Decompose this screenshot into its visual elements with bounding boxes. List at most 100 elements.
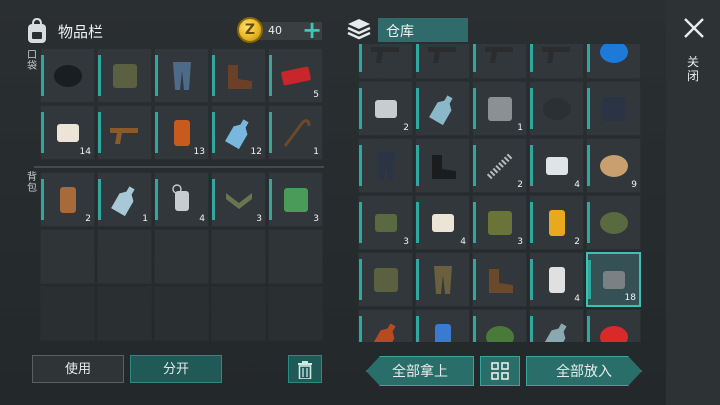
water-bottle-icon bbox=[224, 118, 249, 149]
inventory-slot[interactable] bbox=[211, 48, 266, 103]
inventory-slot[interactable] bbox=[472, 309, 527, 342]
inventory-slot[interactable] bbox=[358, 138, 413, 193]
inventory-slot[interactable] bbox=[40, 48, 95, 103]
item-quantity: 1 bbox=[517, 123, 523, 133]
inventory-title: 物品栏 bbox=[58, 23, 104, 41]
warehouse-scroll-area[interactable]: 2 1 2 4 9 3 4 3 2 4 18 bbox=[358, 44, 644, 342]
warehouse-grid: 2 1 2 4 9 3 4 3 2 4 18 bbox=[358, 44, 641, 342]
inventory-slot[interactable] bbox=[415, 138, 470, 193]
inventory-slot[interactable] bbox=[415, 81, 470, 136]
item-quantity: 4 bbox=[574, 180, 580, 190]
tactical-vest-icon bbox=[601, 96, 626, 121]
boots-icon bbox=[227, 64, 252, 89]
inventory-slot[interactable] bbox=[97, 105, 152, 160]
bottle-cap-icon bbox=[599, 325, 628, 342]
inventory-slot[interactable] bbox=[472, 252, 527, 307]
inventory-slot[interactable]: 12 bbox=[211, 105, 266, 160]
inventory-slot[interactable]: 13 bbox=[154, 105, 209, 160]
inventory-slot[interactable] bbox=[529, 309, 584, 342]
empty-slot[interactable] bbox=[211, 286, 266, 341]
inventory-slot[interactable]: 4 bbox=[529, 252, 584, 307]
jerrycan-icon bbox=[487, 210, 512, 235]
inventory-slot[interactable] bbox=[415, 252, 470, 307]
inventory-slot[interactable] bbox=[586, 81, 641, 136]
inventory-slot[interactable]: 4 bbox=[529, 138, 584, 193]
inventory-slot[interactable]: 5 bbox=[268, 48, 323, 103]
empty-slot[interactable] bbox=[154, 229, 209, 284]
slot-accent bbox=[473, 88, 476, 129]
inventory-slot[interactable]: 2 bbox=[358, 81, 413, 136]
slot-accent bbox=[269, 55, 272, 96]
inventory-slot[interactable] bbox=[358, 309, 413, 342]
medkit-bag-icon bbox=[374, 213, 397, 232]
machine-part-icon bbox=[374, 99, 397, 118]
empty-slot[interactable] bbox=[40, 229, 95, 284]
take-all-button[interactable]: 全部拿上 bbox=[366, 356, 474, 386]
inventory-slot[interactable]: 14 bbox=[40, 105, 95, 160]
inventory-slot[interactable]: 18 bbox=[586, 252, 641, 307]
inventory-slot[interactable]: 3 bbox=[211, 172, 266, 227]
use-button[interactable]: 使用 bbox=[32, 355, 124, 383]
inventory-slot[interactable]: 1 bbox=[472, 81, 527, 136]
inventory-slot[interactable]: 3 bbox=[358, 195, 413, 250]
pistol-icon bbox=[427, 46, 456, 63]
slot-accent bbox=[530, 316, 533, 342]
put-all-button[interactable]: 全部放入 bbox=[526, 356, 642, 386]
inventory-slot[interactable] bbox=[586, 195, 641, 250]
slot-accent bbox=[416, 316, 419, 342]
steel-ingot-icon bbox=[602, 270, 625, 289]
pants-icon bbox=[172, 61, 191, 90]
empty-slot[interactable] bbox=[97, 229, 152, 284]
empty-can-icon bbox=[59, 186, 76, 213]
item-quantity: 1 bbox=[313, 147, 319, 157]
inventory-slot[interactable]: 1 bbox=[97, 172, 152, 227]
inventory-slot[interactable]: 4 bbox=[415, 195, 470, 250]
inventory-slot[interactable]: 2 bbox=[40, 172, 95, 227]
delete-button[interactable] bbox=[288, 355, 322, 383]
add-coins-button[interactable]: + bbox=[302, 16, 322, 44]
sort-button[interactable] bbox=[480, 356, 520, 386]
close-icon[interactable] bbox=[682, 16, 706, 40]
item-quantity: 4 bbox=[460, 237, 466, 247]
inventory-slot[interactable] bbox=[415, 44, 470, 79]
inventory-slot[interactable] bbox=[472, 44, 527, 79]
slot-accent bbox=[155, 112, 158, 153]
item-quantity: 3 bbox=[256, 214, 262, 224]
inventory-slot[interactable]: 9 bbox=[586, 138, 641, 193]
empty-slot[interactable] bbox=[268, 229, 323, 284]
inventory-slot[interactable] bbox=[529, 44, 584, 79]
battery-icon bbox=[548, 209, 565, 236]
inventory-slot[interactable] bbox=[415, 309, 470, 342]
inventory-slot[interactable]: 3 bbox=[268, 172, 323, 227]
inventory-slot[interactable]: 1 bbox=[268, 105, 323, 160]
inventory-slot[interactable] bbox=[529, 81, 584, 136]
inventory-slot[interactable]: 2 bbox=[529, 195, 584, 250]
empty-slot[interactable] bbox=[97, 286, 152, 341]
inventory-slot[interactable] bbox=[358, 252, 413, 307]
inventory-slot[interactable] bbox=[586, 44, 641, 79]
close-label[interactable]: 关闭 bbox=[686, 55, 700, 83]
item-quantity: 1 bbox=[142, 214, 148, 224]
inventory-slot[interactable] bbox=[97, 48, 152, 103]
inventory-slot[interactable]: 4 bbox=[154, 172, 209, 227]
slot-accent bbox=[587, 145, 590, 186]
inventory-slot[interactable]: 2 bbox=[472, 138, 527, 193]
empty-slot[interactable] bbox=[40, 286, 95, 341]
inventory-slot[interactable]: 3 bbox=[472, 195, 527, 250]
slot-accent bbox=[212, 55, 215, 96]
inventory-slot[interactable] bbox=[154, 48, 209, 103]
inventory-slot[interactable] bbox=[586, 309, 641, 342]
warehouse-title: 仓库 bbox=[386, 24, 414, 40]
empty-slot[interactable] bbox=[211, 229, 266, 284]
trash-icon bbox=[298, 361, 312, 380]
item-quantity: 18 bbox=[624, 293, 636, 303]
dog-tag-icon bbox=[171, 183, 189, 211]
inventory-slot[interactable] bbox=[358, 44, 413, 79]
empty-slot[interactable] bbox=[268, 286, 323, 341]
split-button[interactable]: 分开 bbox=[130, 355, 222, 383]
shotgun-icon bbox=[109, 127, 138, 144]
empty-slot[interactable] bbox=[154, 286, 209, 341]
slot-accent bbox=[530, 259, 533, 300]
work-boots-icon bbox=[488, 268, 513, 293]
plastic-bottle-icon bbox=[110, 185, 135, 216]
